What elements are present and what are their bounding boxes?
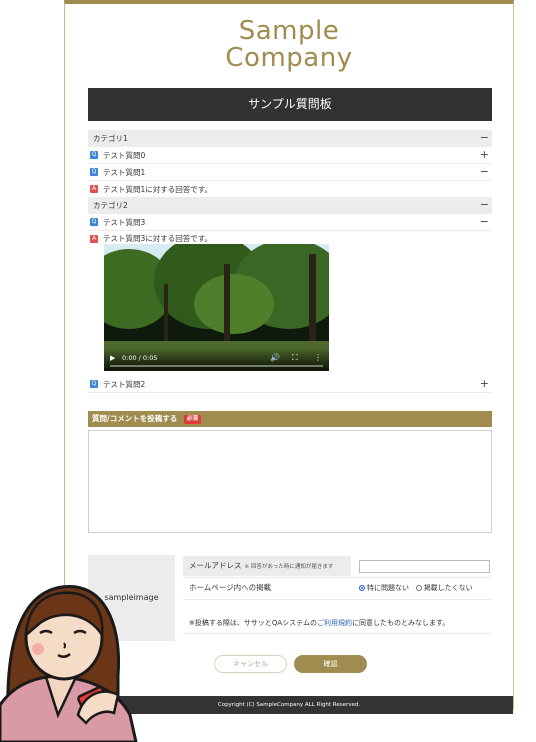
more-options-icon[interactable]: ⋮ <box>314 353 322 362</box>
fullscreen-icon[interactable]: ⛶ <box>292 353 298 363</box>
play-icon[interactable]: ▶ <box>110 354 115 362</box>
video-controls: ▶ 0:00 / 0:05 🔊 ⛶ ⋮ <box>104 349 329 371</box>
question-badge-icon: Q <box>90 168 98 176</box>
question-row[interactable]: Q テスト質問2 + <box>88 376 492 393</box>
divider <box>183 633 492 634</box>
board-title: サンプル質問板 <box>88 88 492 121</box>
category-label: カテゴリ2 <box>93 201 128 210</box>
answer-text: テスト質問1に対する回答です。 <box>103 184 213 194</box>
video-progress-bar[interactable] <box>110 365 323 367</box>
question-row[interactable]: Q テスト質問0 + <box>88 147 492 164</box>
logo-line-2: Company <box>225 43 353 73</box>
logo-line-1: Sample <box>238 16 340 46</box>
question-badge-icon: Q <box>90 380 98 388</box>
radio-deny[interactable] <box>415 585 422 591</box>
publish-row: ホームページ内への掲載 特に問題ない 掲載したくない <box>183 578 492 598</box>
tree-canopy <box>194 274 274 334</box>
collapse-icon[interactable]: − <box>480 198 489 212</box>
radio-allow-label[interactable]: 特に問題ない <box>367 584 409 592</box>
terms-link[interactable]: ご利用規約 <box>317 619 352 627</box>
terms-suffix: に同意したものとみなします。 <box>351 619 450 627</box>
question-badge-icon: Q <box>90 151 98 159</box>
collapse-icon[interactable]: − <box>480 131 489 145</box>
volume-icon[interactable]: 🔊 <box>270 353 280 362</box>
woman-with-phone-illustration <box>0 585 138 742</box>
radio-allow[interactable] <box>359 585 365 591</box>
radio-deny-label[interactable]: 掲載したくない <box>424 584 473 592</box>
video-time: 0:00 / 0:05 <box>122 354 158 362</box>
category-label: カテゴリ1 <box>93 134 128 143</box>
post-form-header: 質問/コメントを投稿する 必須 <box>88 411 492 427</box>
answer-row: A テスト質問1に対する回答です。 <box>88 181 492 198</box>
answer-text: テスト質問3に対する回答です。 <box>103 234 213 243</box>
publish-options: 特に問題ない 掲載したくない <box>359 578 473 598</box>
expand-icon[interactable]: + <box>480 148 489 162</box>
collapse-icon[interactable]: − <box>480 215 489 229</box>
publish-label: ホームページ内への掲載 <box>189 583 272 592</box>
question-text: テスト質問0 <box>103 150 146 160</box>
comment-textarea[interactable] <box>88 430 492 533</box>
cancel-button[interactable]: キャンセル <box>214 655 287 673</box>
required-badge: 必須 <box>183 415 201 424</box>
category-header[interactable]: カテゴリ2 − <box>88 197 492 214</box>
answer-badge-icon: A <box>90 234 98 243</box>
terms-notice: ※投稿する際は、ササッとQAシステムのご利用規約に同意したものとみなします。 <box>189 618 449 628</box>
question-badge-icon: Q <box>90 218 98 226</box>
tree-trunk <box>309 254 316 354</box>
email-label-text: メールアドレス <box>189 561 242 570</box>
divider <box>183 599 492 600</box>
email-field[interactable] <box>359 560 490 573</box>
expand-icon[interactable]: + <box>480 377 489 391</box>
email-note: ※ 回答があった時に通知が届きます <box>244 564 334 570</box>
question-text: テスト質問3 <box>103 217 146 227</box>
question-row[interactable]: Q テスト質問1 − <box>88 164 492 181</box>
question-row[interactable]: Q テスト質問3 − <box>88 214 492 231</box>
answer-video[interactable]: ▶ 0:00 / 0:05 🔊 ⛶ ⋮ <box>104 244 329 371</box>
email-label: メールアドレス ※ 回答があった時に通知が届きます <box>183 556 351 576</box>
terms-prefix: ※投稿する際は、ササッとQAシステムの <box>189 619 317 627</box>
collapse-icon[interactable]: − <box>480 165 489 179</box>
company-logo[interactable]: Sample Company <box>65 18 513 72</box>
confirm-button[interactable]: 確認 <box>294 655 367 673</box>
question-text: テスト質問2 <box>103 379 146 389</box>
email-row: メールアドレス ※ 回答があった時に通知が届きます <box>183 556 492 576</box>
category-header[interactable]: カテゴリ1 − <box>88 130 492 147</box>
post-form-title: 質問/コメントを投稿する <box>92 414 178 423</box>
question-text: テスト質問1 <box>103 167 146 177</box>
answer-badge-icon: A <box>90 185 98 193</box>
